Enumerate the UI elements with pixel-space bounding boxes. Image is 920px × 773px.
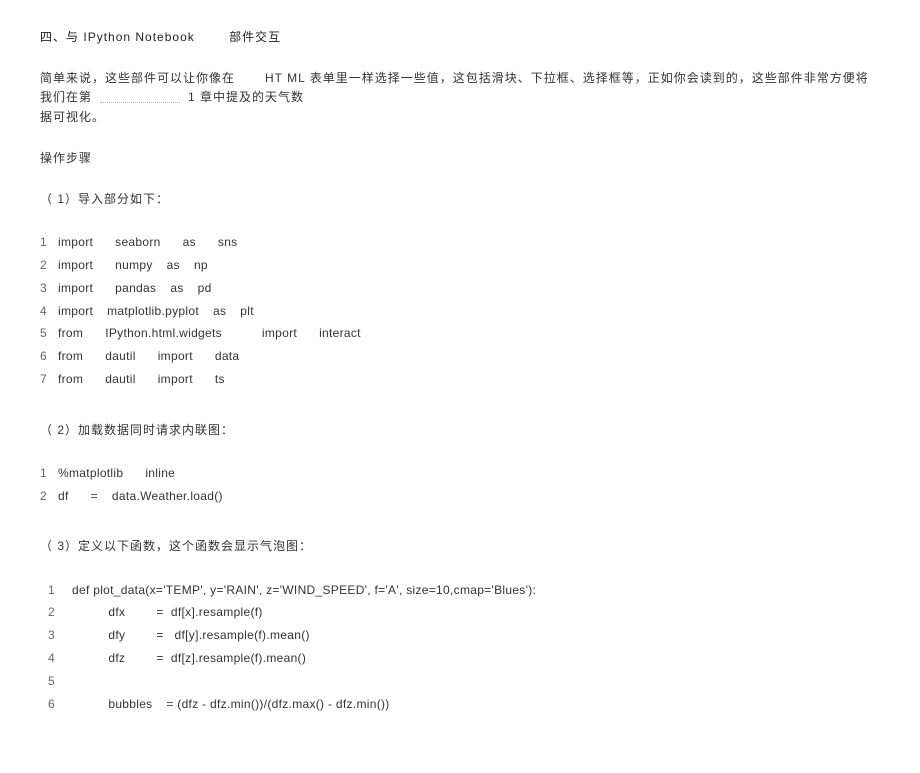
line-number: 3 bbox=[40, 277, 58, 300]
intro-paragraph: 简单来说，这些部件可以让你像在HT ML 表单里一样选择一些值，这包括滑块、下拉… bbox=[40, 69, 880, 127]
line-number: 4 bbox=[40, 647, 72, 670]
line-number: 2 bbox=[40, 601, 72, 624]
heading-suffix: 部件交互 bbox=[229, 30, 281, 44]
steps-header: 操作步骤 bbox=[40, 149, 880, 168]
code-line: 2 importnumpyasnp bbox=[40, 254, 880, 277]
code-line: 3 dfy= df[y].resample(f).mean() bbox=[40, 624, 880, 647]
code-line: 6 fromdautilimportdata bbox=[40, 345, 880, 368]
line-number: 5 bbox=[40, 670, 72, 693]
code-content: def plot_data(x='TEMP', y='RAIN', z='WIN… bbox=[72, 579, 536, 602]
line-number: 6 bbox=[40, 693, 72, 716]
code-block-3: 1 def plot_data(x='TEMP', y='RAIN', z='W… bbox=[40, 579, 880, 716]
line-number: 1 bbox=[40, 231, 58, 254]
code-content: importseabornassns bbox=[58, 231, 237, 254]
code-content: dfz= df[z].resample(f).mean() bbox=[72, 647, 306, 670]
code-line: 1 %matplotlibinline bbox=[40, 462, 880, 485]
code-content: df=data.Weather.load() bbox=[58, 485, 223, 508]
line-number: 2 bbox=[40, 254, 58, 277]
step-3-label: （ 3）定义以下函数，这个函数会显示气泡图： bbox=[40, 537, 880, 556]
code-content: %matplotlibinline bbox=[58, 462, 175, 485]
line-number: 3 bbox=[40, 624, 72, 647]
code-content: dfy= df[y].resample(f).mean() bbox=[72, 624, 310, 647]
heading-term: IPython Notebook bbox=[83, 30, 194, 44]
dotted-fill bbox=[100, 93, 180, 103]
code-line: 6 bubbles= (dfz - dfz.min())/(dfz.max() … bbox=[40, 693, 880, 716]
code-line: 3 importpandasaspd bbox=[40, 277, 880, 300]
intro-t1: 简单来说，这些部件可以让你像在 bbox=[40, 71, 235, 85]
intro-t2: HT ML bbox=[265, 71, 305, 85]
code-content: fromIPython.html.widgetsimportinteract bbox=[58, 322, 361, 345]
code-block-2: 1 %matplotlibinline 2 df=data.Weather.lo… bbox=[40, 462, 880, 508]
intro-t5: 据可视化。 bbox=[40, 110, 105, 124]
code-content: fromdautilimportdata bbox=[58, 345, 239, 368]
code-content: bubbles= (dfz - dfz.min())/(dfz.max() - … bbox=[72, 693, 390, 716]
line-number: 4 bbox=[40, 300, 58, 323]
code-line: 2 df=data.Weather.load() bbox=[40, 485, 880, 508]
line-number: 7 bbox=[40, 368, 58, 391]
code-block-1: 1 importseabornassns 2 importnumpyasnp 3… bbox=[40, 231, 880, 391]
code-content: dfx= df[x].resample(f) bbox=[72, 601, 263, 624]
code-line: 4 dfz= df[z].resample(f).mean() bbox=[40, 647, 880, 670]
code-line: 5 bbox=[40, 670, 880, 693]
section-heading: 四、与 IPython Notebook 部件交互 bbox=[40, 28, 880, 47]
step-2-label: （ 2）加载数据同时请求内联图： bbox=[40, 421, 880, 440]
intro-t4: 1 章中提及的天气数 bbox=[188, 90, 304, 104]
code-content: importmatplotlib.pyplotasplt bbox=[58, 300, 254, 323]
heading-prefix: 四、与 bbox=[40, 30, 79, 44]
line-number: 2 bbox=[40, 485, 58, 508]
code-line: 1 def plot_data(x='TEMP', y='RAIN', z='W… bbox=[40, 579, 880, 602]
line-number: 5 bbox=[40, 322, 58, 345]
code-line: 7 fromdautilimportts bbox=[40, 368, 880, 391]
line-number: 1 bbox=[40, 462, 58, 485]
line-number: 1 bbox=[40, 579, 72, 602]
step-1-label: （ 1）导入部分如下： bbox=[40, 190, 880, 209]
line-number: 6 bbox=[40, 345, 58, 368]
code-line: 1 importseabornassns bbox=[40, 231, 880, 254]
code-line: 5 fromIPython.html.widgetsimportinteract bbox=[40, 322, 880, 345]
code-content: importnumpyasnp bbox=[58, 254, 208, 277]
code-content: fromdautilimportts bbox=[58, 368, 225, 391]
code-line: 4 importmatplotlib.pyplotasplt bbox=[40, 300, 880, 323]
code-line: 2 dfx= df[x].resample(f) bbox=[40, 601, 880, 624]
code-content: importpandasaspd bbox=[58, 277, 212, 300]
